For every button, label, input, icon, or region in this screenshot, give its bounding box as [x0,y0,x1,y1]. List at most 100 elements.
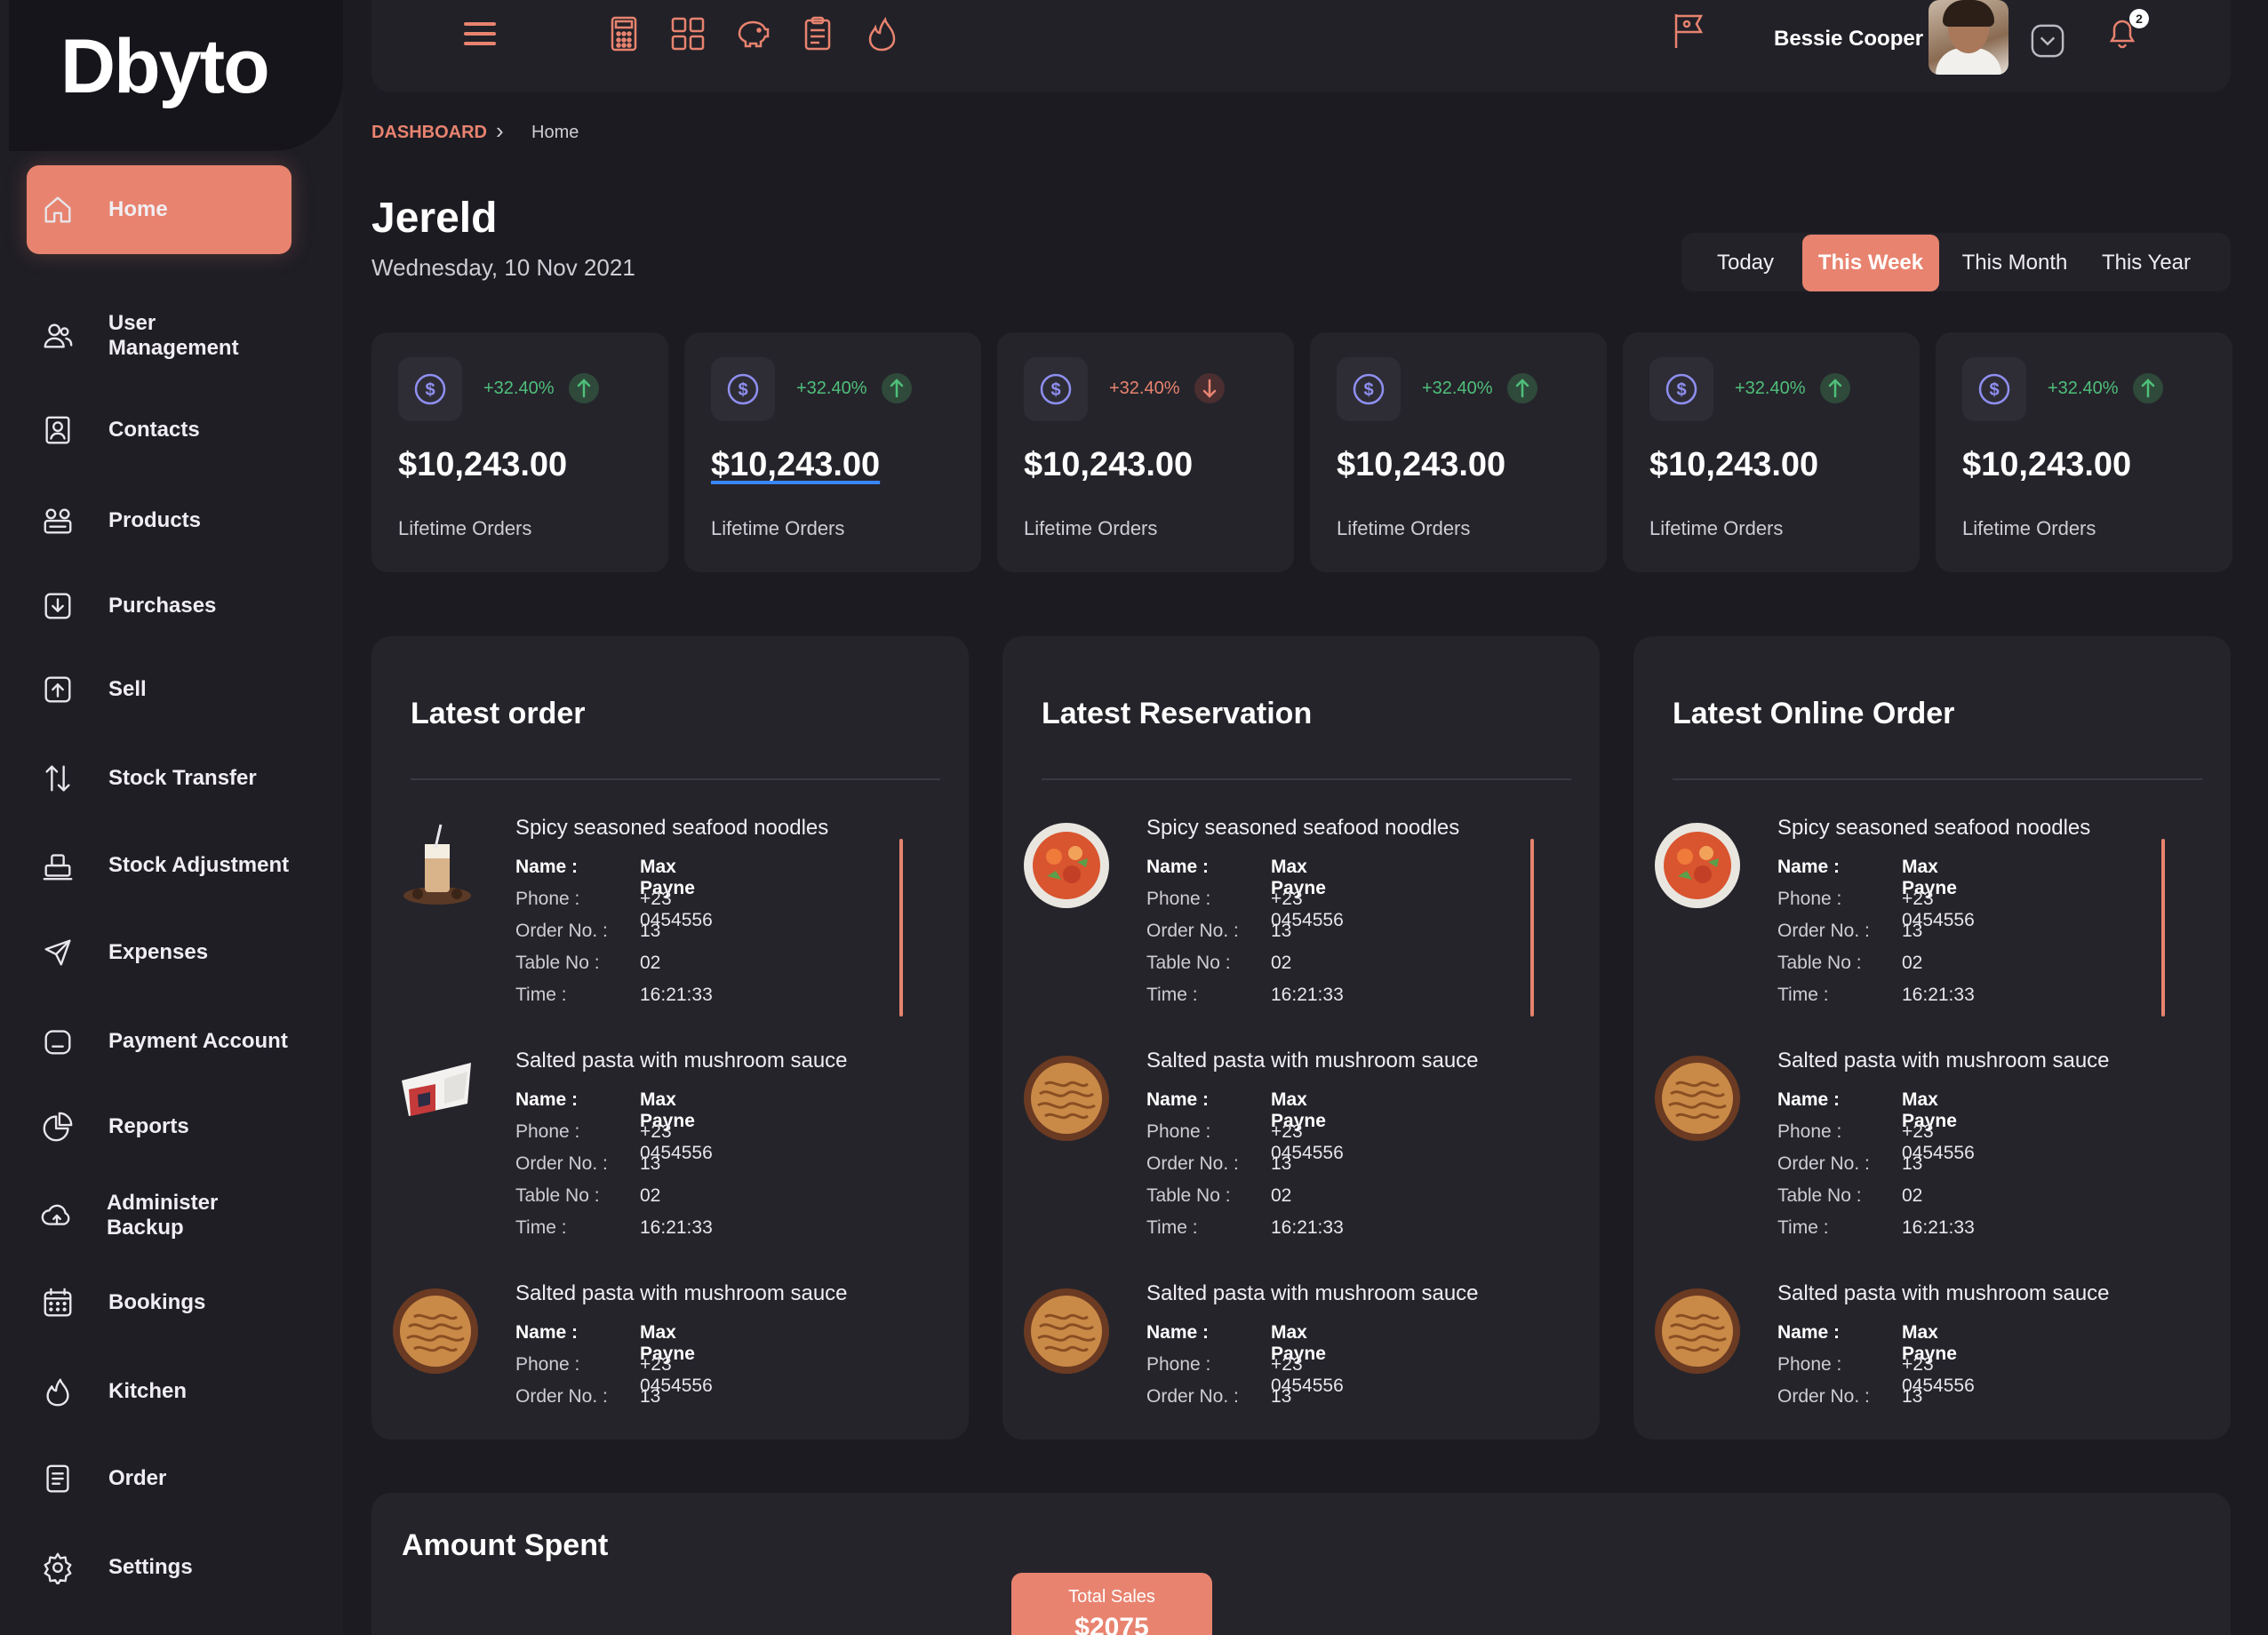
field-label: Name : [515,1322,579,1343]
list-item[interactable]: Salted pasta with mushroom sauce Name : … [1633,1265,2231,1498]
stat-card[interactable]: $ +32.40% $10,243.00 Lifetime Orders [1623,332,1920,572]
sidebar-item-contacts[interactable]: Contacts [27,395,291,466]
food-image [1022,1287,1111,1376]
field-label: Name : [515,857,579,877]
breadcrumb-chevron-icon: › [496,117,504,144]
page-date: Wednesday, 10 Nov 2021 [371,254,635,281]
divider [1042,778,1571,780]
stat-card[interactable]: $ +32.40% $10,243.00 Lifetime Orders [1936,332,2232,572]
field-value: 16:21:33 [640,1217,713,1238]
sidebar-item-home[interactable]: Home [27,165,291,254]
order-title: Salted pasta with mushroom sauce [1777,1049,2110,1073]
food-image [1022,821,1111,910]
arrow-up-icon [2133,373,2163,403]
field-value: 16:21:33 [1902,1217,1975,1238]
field-value: 16:21:33 [1271,1217,1344,1238]
list-item[interactable]: Salted pasta with mushroom sauce Name : … [1002,1033,1600,1265]
food-image [391,1054,480,1143]
field-value: 13 [1271,1153,1292,1174]
sidebar-item-payment-account[interactable]: Payment Account [27,1006,291,1077]
range-this-month[interactable]: This Month [1948,235,2081,291]
range-today[interactable]: Today [1703,235,1788,291]
sidebar-item-administer-backup[interactable]: Administer Backup [27,1180,291,1251]
sidebar-item-stock-adjustment[interactable]: Stock Adjustment [27,830,291,901]
field-value: 16:21:33 [640,985,713,1005]
sidebar-item-user-management[interactable]: User Management [27,300,291,371]
stat-change: +32.40% [1109,379,1180,398]
user-name[interactable]: Bessie Cooper [1774,27,1923,52]
list-item[interactable]: Spicy seasoned seafood noodles Name : Ma… [371,800,969,1033]
range-this-year[interactable]: This Year [2080,235,2213,291]
home-icon [39,191,76,228]
list-item[interactable]: Spicy seasoned seafood noodles Name : Ma… [1002,800,1600,1033]
stat-card[interactable]: $ +32.40% $10,243.00 Lifetime Orders [997,332,1294,572]
stat-card[interactable]: $ +32.40% $10,243.00 Lifetime Orders [684,332,981,572]
send-icon [39,934,76,971]
menu-icon[interactable] [460,14,499,53]
order-title: Spicy seasoned seafood noodles [1146,816,1460,840]
order-title: Salted pasta with mushroom sauce [515,1281,848,1305]
svg-text:$: $ [1050,380,1060,400]
food-image [1653,1054,1742,1143]
avatar[interactable] [1929,0,2008,75]
stock-adjust-icon [39,847,76,884]
sidebar-item-settings[interactable]: Settings [27,1532,291,1603]
sidebar-item-label: Bookings [108,1290,206,1314]
logo-area: Dbyto [9,0,343,151]
svg-text:$: $ [425,380,435,400]
svg-text:$: $ [738,380,747,400]
brand-logo[interactable]: Dbyto [60,23,270,111]
sidebar-item-kitchen[interactable]: Kitchen [27,1356,291,1427]
piggy-bank-icon[interactable] [732,14,771,53]
grid-icon[interactable] [668,14,707,53]
products-icon [39,502,76,539]
sidebar-item-purchases[interactable]: Purchases [27,570,291,642]
sidebar-item-label: Administer Backup [106,1191,219,1240]
field-label: Phone : [515,1121,580,1142]
breadcrumb-current: Home [531,123,579,142]
stat-label: Lifetime Orders [1024,517,1158,539]
cloud-upload-icon [39,1197,75,1234]
sidebar-item-label: Expenses [108,940,209,964]
sidebar-item-products[interactable]: Products [27,485,291,556]
sidebar-item-bookings[interactable]: Bookings [27,1267,291,1338]
stat-value: $10,243.00 [1962,446,2132,483]
users-icon [39,317,76,355]
field-label: Name : [1146,857,1210,877]
field-value: 13 [640,1153,661,1174]
stat-change: +32.40% [2048,379,2119,398]
list-item[interactable]: Salted pasta with mushroom sauce Name : … [371,1033,969,1265]
sidebar-item-sell[interactable]: Sell [27,654,291,725]
list-item[interactable]: Spicy seasoned seafood noodles Name : Ma… [1633,800,2231,1033]
stat-card[interactable]: $ +32.40% $10,243.00 Lifetime Orders [371,332,668,572]
sidebar-item-label: Contacts [108,418,200,442]
sidebar-item-stock-transfer[interactable]: Stock Transfer [27,743,291,814]
list-item[interactable]: Salted pasta with mushroom sauce Name : … [1002,1265,1600,1498]
field-label: Table No : [1777,953,1862,973]
chevron-down-icon[interactable] [2028,21,2064,58]
list-item[interactable]: Salted pasta with mushroom sauce Name : … [371,1265,969,1498]
order-title: Spicy seasoned seafood noodles [515,816,829,840]
stat-label: Lifetime Orders [1962,517,2096,539]
sidebar-item-reports[interactable]: Reports [27,1091,291,1162]
calculator-icon[interactable] [604,14,643,53]
field-label: Phone : [1146,1354,1211,1375]
sidebar-item-order[interactable]: Order [27,1443,291,1514]
stat-value: $10,243.00 [1337,446,1506,483]
panel-latest-reservation: Latest Reservation Spicy seasoned seafoo… [1002,636,1600,1440]
topbar: Bessie Cooper 2 [371,0,2231,92]
arrow-up-icon [882,373,912,403]
sidebar-item-label: Stock Transfer [108,766,257,790]
sidebar-item-expenses[interactable]: Expenses [27,917,291,988]
list-item[interactable]: Salted pasta with mushroom sauce Name : … [1633,1033,2231,1265]
field-label: Time : [1777,985,1829,1005]
flag-icon[interactable] [1669,11,1708,50]
field-value: 13 [1902,1153,1923,1174]
flame-icon[interactable] [862,14,901,53]
field-value: 13 [1271,1386,1292,1407]
stat-card[interactable]: $ +32.40% $10,243.00 Lifetime Orders [1310,332,1607,572]
clipboard-icon[interactable] [798,14,837,53]
breadcrumb-root[interactable]: DASHBOARD [371,123,487,143]
field-value: 02 [1902,1185,1923,1206]
range-this-week[interactable]: This Week [1802,235,1939,291]
